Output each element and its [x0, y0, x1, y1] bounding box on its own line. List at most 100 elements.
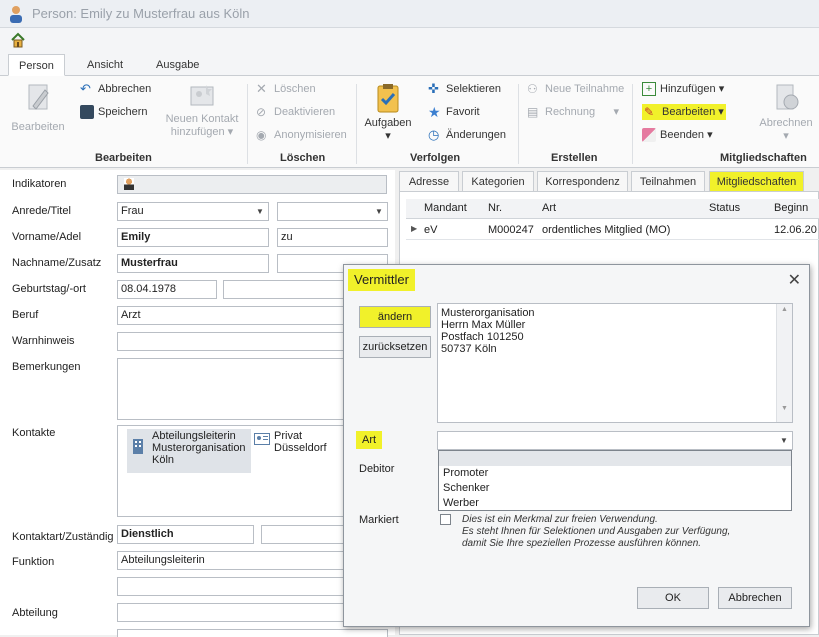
label-indikatoren: Indikatoren — [12, 178, 67, 190]
cancel-button[interactable]: Abbrechen — [718, 587, 792, 609]
address-box: Musterorganisation Herrn Max Müller Post… — [437, 303, 793, 423]
aufgaben-dropdown: ▾ — [385, 130, 391, 142]
add-icon: + — [642, 82, 656, 97]
label-anrede: Anrede/Titel — [12, 205, 71, 217]
grid-header: Mandant Nr. Art Status Beginn — [406, 199, 819, 219]
col-nr: Nr. — [488, 202, 503, 214]
task-clipboard-icon — [377, 84, 399, 113]
hinzufuegen-button[interactable]: + Hinzufügen ▾ — [642, 82, 724, 97]
markiert-checkbox[interactable] — [440, 514, 451, 525]
building-icon — [133, 439, 143, 454]
label-kontakte: Kontakte — [12, 427, 56, 439]
home-icon[interactable] — [10, 32, 26, 48]
abbrechen-button[interactable]: ↶ Abbrechen — [80, 82, 151, 96]
rechnung-button[interactable]: ▤ Rechnung ▾ — [527, 105, 619, 119]
delete-icon: ✕ — [256, 81, 267, 96]
art-select[interactable]: ▼ — [437, 431, 793, 450]
person-form: Indikatoren Anrede/Titel Frau ▼ ▼ Vorname… — [0, 170, 395, 637]
tab-person[interactable]: Person — [8, 54, 65, 76]
select-icon: ✜ — [428, 81, 439, 96]
group-label-verfolgen: Verfolgen — [410, 152, 461, 164]
title-bar: Person: Emily zu Musterfrau aus Köln — [0, 0, 819, 28]
vorname-input[interactable]: Emily — [117, 228, 269, 247]
neue-teilnahme-button[interactable]: ⚇ Neue Teilnahme — [527, 82, 624, 96]
history-icon: ◷ — [428, 127, 440, 142]
indikatoren-field — [117, 175, 387, 194]
close-icon[interactable]: ✕ — [788, 270, 801, 290]
table-row[interactable]: ▶ eV M000247 ordentliches Mitglied (MO) … — [406, 220, 819, 240]
address-lines: Musterorganisation Herrn Max Müller Post… — [441, 307, 535, 355]
kontaktart-input[interactable]: Dienstlich — [117, 525, 254, 544]
zuruecksetzen-button[interactable]: zurücksetzen — [359, 336, 431, 358]
group-label-erstellen: Erstellen — [551, 152, 598, 164]
aendern-button[interactable]: ändern — [359, 306, 431, 328]
selektieren-button[interactable]: ✜ Selektieren — [428, 82, 501, 96]
ribbon-separator — [356, 84, 357, 164]
favorit-button[interactable]: ★ Favorit — [428, 105, 480, 119]
art-option-werber[interactable]: Werber — [439, 496, 791, 511]
tab-adresse[interactable]: Adresse — [399, 171, 459, 191]
address-scrollbar[interactable]: ▲ ▼ — [776, 304, 792, 422]
window-title: Person: Emily zu Musterfrau aus Köln — [32, 6, 250, 21]
tab-mitgliedschaften[interactable]: Mitgliedschaften — [709, 171, 804, 191]
ok-button[interactable]: OK — [637, 587, 709, 609]
label-funktion: Funktion — [12, 556, 55, 568]
tab-ausgabe[interactable]: Ausgabe — [146, 54, 209, 76]
dialog-title: Vermittler — [348, 269, 415, 291]
ribbon-separator — [518, 84, 519, 164]
nachname-input[interactable]: Musterfrau — [117, 254, 269, 273]
ribbon: Bearbeiten ↶ Abbrechen Speichern Neuen Ko… — [0, 76, 819, 168]
anonymisieren-button[interactable]: ◉ Anonymisieren — [256, 128, 347, 142]
deaktivieren-button[interactable]: ⊘ Deaktivieren — [256, 105, 335, 119]
ribbon-tabs: Person Ansicht Ausgabe — [0, 52, 819, 76]
label-abteilung: Abteilung — [12, 607, 58, 619]
undo-icon: ↶ — [80, 81, 91, 96]
anrede-select[interactable]: Frau ▼ — [117, 202, 269, 221]
beenden-button[interactable]: Beenden ▾ — [642, 128, 713, 143]
label-bemerkungen: Bemerkungen — [12, 361, 81, 373]
group-label-bearbeiten: Bearbeiten — [95, 152, 152, 164]
titel-select[interactable]: ▼ — [277, 202, 388, 221]
art-option-promoter[interactable]: Promoter — [439, 466, 791, 481]
row-indicator-icon: ▶ — [411, 224, 418, 233]
kontakt-item-privat[interactable]: Privat Düsseldorf — [253, 429, 353, 459]
tab-ansicht[interactable]: Ansicht — [77, 54, 133, 76]
art-option-empty[interactable] — [439, 451, 791, 466]
person-icon — [10, 6, 22, 23]
tab-kategorien[interactable]: Kategorien — [462, 171, 534, 191]
contact-card-icon — [190, 85, 214, 106]
chevron-down-icon: ▼ — [780, 436, 788, 445]
indicator-person-icon — [124, 178, 134, 190]
markiert-note: Dies ist ein Merkmal zur freien Verwendu… — [462, 514, 731, 549]
markiert-label: Markiert — [359, 514, 399, 526]
kontakt-item-dienstlich[interactable]: Abteilungsleiterin Musterorganisation Kö… — [127, 429, 251, 473]
edit-button[interactable]: Bearbeiten — [10, 82, 66, 133]
vermittler-dialog: Vermittler ✕ ändern zurücksetzen Mustero… — [343, 264, 810, 627]
chevron-down-icon: ▼ — [375, 207, 383, 216]
art-option-schenker[interactable]: Schenker — [439, 481, 791, 496]
star-icon: ★ — [428, 104, 441, 120]
tab-teilnahmen[interactable]: Teilnahmen — [631, 171, 705, 191]
label-nachname: Nachname/Zusatz — [12, 257, 102, 269]
neuer-kontakt-button[interactable]: Neuen Kontakt hinzufügen ▾ — [164, 82, 240, 138]
label-warnhinweis: Warnhinweis — [12, 335, 75, 347]
loeschen-button[interactable]: ✕ Löschen — [256, 82, 316, 96]
group-label-mitgliedschaften: Mitgliedschaften — [720, 152, 807, 164]
ribbon-separator — [247, 84, 248, 164]
billing-icon — [776, 84, 799, 110]
geburtstag-input[interactable]: 08.04.1978 — [117, 280, 217, 299]
label-kontaktart: Kontaktart/Zuständig — [12, 531, 114, 543]
aufgaben-button[interactable]: Aufgaben ▾ — [364, 82, 412, 142]
neuer-kontakt-label-2: hinzufügen ▾ — [170, 126, 234, 138]
disable-icon: ⊘ — [256, 105, 267, 119]
abteilung-input-2[interactable] — [117, 629, 388, 637]
id-card-icon — [254, 433, 270, 445]
adel-input[interactable]: zu — [277, 228, 388, 247]
quick-access-bar — [0, 28, 819, 52]
bearbeiten-mitgliedschaft-button[interactable]: ✎ Bearbeiten ▾ — [642, 104, 726, 121]
abrechnen-button[interactable]: Abrechnen ▾ — [758, 82, 814, 142]
aenderungen-button[interactable]: ◷ Änderungen — [428, 128, 506, 142]
chevron-down-icon: ▼ — [256, 207, 264, 216]
tab-korrespondenz[interactable]: Korrespondenz — [537, 171, 628, 191]
speichern-button[interactable]: Speichern — [80, 105, 148, 119]
